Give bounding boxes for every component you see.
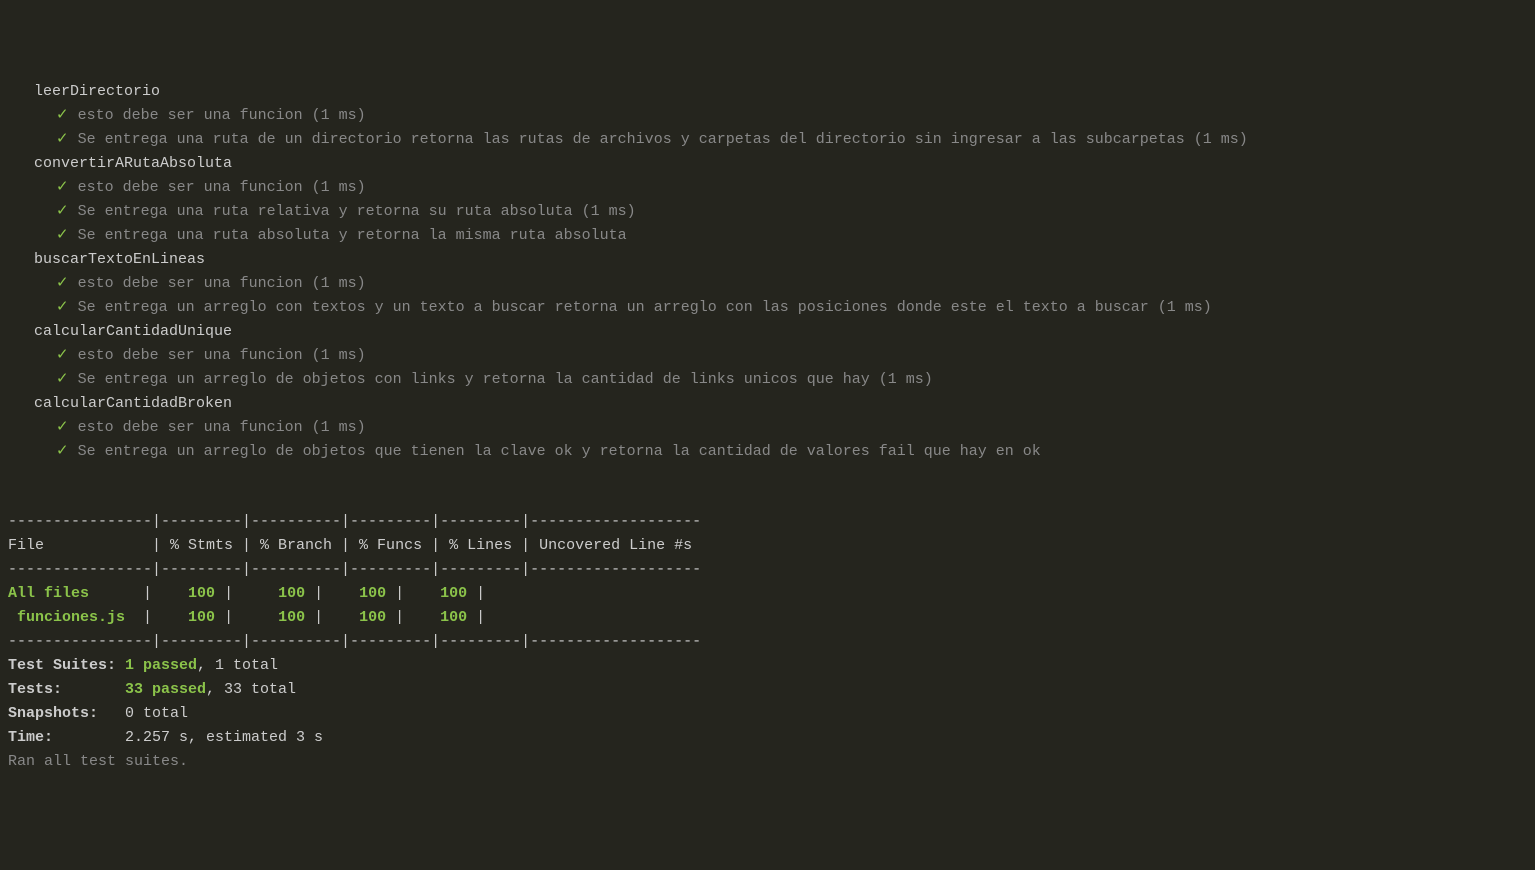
test-result: ✓ esto debe ser una funcion (1 ms) [8,344,1527,368]
suite-name: buscarTextoEnLineas [8,248,1527,272]
coverage-separator: ----------------|---------|----------|--… [8,513,701,530]
check-icon: ✓ [56,299,69,316]
check-icon: ✓ [56,371,69,388]
coverage-separator: ----------------|---------|----------|--… [8,633,701,650]
test-description: Se entrega una ruta de un directorio ret… [78,131,1248,148]
test-description: Se entrega una ruta relativa y retorna s… [78,203,636,220]
test-description: esto debe ser una funcion (1 ms) [78,179,366,196]
check-icon: ✓ [56,203,69,220]
summary-ran-all: Ran all test suites. [8,753,188,770]
test-description: esto debe ser una funcion (1 ms) [78,275,366,292]
check-icon: ✓ [56,275,69,292]
suite-name: calcularCantidadUnique [8,320,1527,344]
summary-tests: Tests: 33 passed, 33 total [8,681,296,698]
suite-name: convertirARutaAbsoluta [8,152,1527,176]
check-icon: ✓ [56,131,69,148]
check-icon: ✓ [56,107,69,124]
test-result: ✓ Se entrega un arreglo de objetos que t… [8,440,1527,464]
suite-name: calcularCantidadBroken [8,392,1527,416]
suite-name: leerDirectorio [8,80,1527,104]
summary-snapshots: Snapshots: 0 total [8,705,188,722]
coverage-row-allfiles: All files | 100 | 100 | 100 | 100 | [8,585,656,602]
test-description: Se entrega un arreglo con textos y un te… [78,299,1212,316]
test-description: Se entrega una ruta absoluta y retorna l… [78,227,627,244]
test-description: esto debe ser una funcion (1 ms) [78,107,366,124]
coverage-separator: ----------------|---------|----------|--… [8,561,701,578]
test-description: esto debe ser una funcion (1 ms) [78,347,366,364]
check-icon: ✓ [56,419,69,436]
test-description: Se entrega un arreglo de objetos con lin… [78,371,933,388]
test-result: ✓ Se entrega una ruta relativa y retorna… [8,200,1527,224]
test-result: ✓ esto debe ser una funcion (1 ms) [8,104,1527,128]
check-icon: ✓ [56,347,69,364]
coverage-row-file: funciones.js | 100 | 100 | 100 | 100 | [8,609,656,626]
test-result: ✓ Se entrega un arreglo de objetos con l… [8,368,1527,392]
test-result: ✓ esto debe ser una funcion (1 ms) [8,176,1527,200]
test-result: ✓ Se entrega un arreglo con textos y un … [8,296,1527,320]
check-icon: ✓ [56,443,69,460]
test-description: esto debe ser una funcion (1 ms) [78,419,366,436]
summary-time: Time: 2.257 s, estimated 3 s [8,729,323,746]
test-output: leerDirectorio✓ esto debe ser una funcio… [8,80,1527,464]
coverage-header: File | % Stmts | % Branch | % Funcs | % … [8,537,701,554]
test-description: Se entrega un arreglo de objetos que tie… [78,443,1041,460]
test-result: ✓ Se entrega una ruta absoluta y retorna… [8,224,1527,248]
test-result: ✓ esto debe ser una funcion (1 ms) [8,272,1527,296]
check-icon: ✓ [56,179,69,196]
coverage-table: ----------------|---------|----------|--… [8,510,1527,774]
check-icon: ✓ [56,227,69,244]
summary-test-suites: Test Suites: 1 passed, 1 total [8,657,278,674]
test-result: ✓ esto debe ser una funcion (1 ms) [8,416,1527,440]
test-result: ✓ Se entrega una ruta de un directorio r… [8,128,1527,152]
